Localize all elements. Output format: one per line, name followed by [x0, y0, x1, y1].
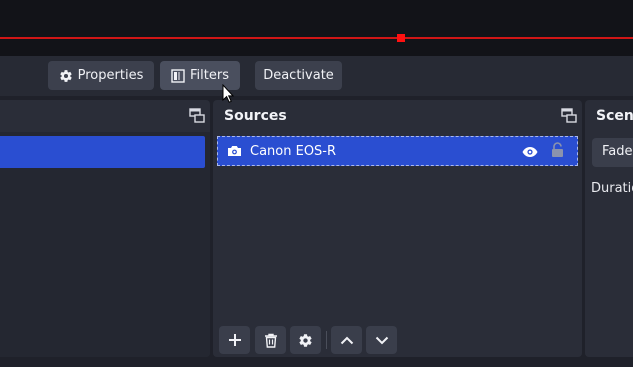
properties-button[interactable]: Properties — [48, 61, 154, 90]
chevron-down-icon — [375, 336, 388, 344]
preview-canvas[interactable] — [0, 0, 633, 56]
sources-panel: Sources Canon EOS-R — [213, 100, 582, 357]
chevron-up-icon — [340, 336, 353, 344]
mouse-cursor-icon — [222, 84, 234, 103]
scenes-list[interactable] — [0, 132, 210, 357]
transitions-title: Scene — [596, 108, 633, 124]
duration-label: Duratio — [591, 181, 633, 196]
sources-title: Sources — [224, 108, 287, 124]
remove-source-button[interactable] — [255, 326, 286, 354]
obs-window: Properties Filters Deactivate Sources Ca… — [0, 0, 633, 367]
unlock-icon[interactable] — [551, 142, 564, 162]
transitions-panel: Scene Fade Duratio — [585, 100, 633, 357]
eye-icon[interactable] — [522, 143, 538, 162]
trash-icon — [264, 333, 277, 348]
toolbar-divider — [326, 331, 327, 349]
filters-label: Filters — [190, 68, 229, 83]
resize-handle[interactable] — [397, 34, 405, 42]
transition-select[interactable]: Fade — [592, 138, 633, 167]
source-bounding-box-edge — [0, 37, 633, 39]
undock-icon[interactable] — [189, 108, 205, 123]
undock-icon[interactable] — [561, 108, 577, 123]
source-name: Canon EOS-R — [250, 143, 337, 159]
properties-label: Properties — [77, 68, 144, 83]
scene-list-item-selected[interactable] — [0, 136, 205, 168]
camera-icon — [227, 145, 242, 157]
source-list-item[interactable]: Canon EOS-R — [217, 136, 578, 166]
deactivate-label: Deactivate — [263, 68, 334, 83]
gear-icon — [59, 69, 72, 82]
move-down-button[interactable] — [366, 326, 397, 354]
gear-icon — [299, 333, 312, 347]
plus-icon — [228, 334, 241, 346]
deactivate-button[interactable]: Deactivate — [255, 61, 342, 90]
move-up-button[interactable] — [331, 326, 362, 354]
add-source-button[interactable] — [219, 326, 250, 354]
filter-icon — [171, 68, 185, 83]
scenes-panel — [0, 100, 210, 357]
source-properties-button[interactable] — [290, 326, 321, 354]
